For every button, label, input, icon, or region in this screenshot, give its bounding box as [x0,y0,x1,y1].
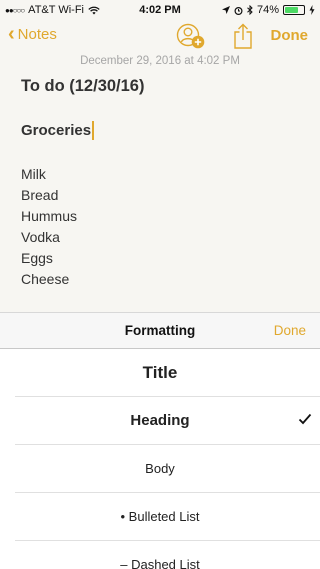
alarm-clock-icon [234,6,243,15]
battery-level [285,7,299,13]
battery-percent: 74% [256,4,279,16]
list-item: Milk [21,166,46,182]
format-option-label: – Dashed List [120,557,200,569]
formatting-header: Formatting Done [0,313,320,349]
status-right: 74% [221,4,315,16]
carrier-label: AT&T Wi-Fi [28,4,84,16]
list-item: Hummus [21,208,78,224]
format-option-label: • Bulleted List [120,509,200,524]
add-person-icon[interactable] [176,22,206,50]
back-button[interactable]: ‹ Notes [8,24,57,44]
format-option-dashed-list[interactable]: – Dashed List [15,541,320,569]
formatting-options: Title Heading Body • Bulleted List – Das… [0,349,320,569]
format-option-label: Title [142,362,178,382]
formatting-panel: Formatting Done Title Heading Body • Bul… [0,312,320,569]
share-icon[interactable] [233,23,253,49]
status-bar: ●●○○○ AT&T Wi-Fi 4:02 PM 74% [0,0,320,20]
format-option-label: Body [145,461,175,476]
bluetooth-icon [247,5,253,15]
format-option-bulleted-list[interactable]: • Bulleted List [15,493,320,541]
note-body-list[interactable]: Milk Bread Hummus Vodka Eggs Cheese [21,164,77,290]
checkmark-icon [298,413,312,425]
format-option-body[interactable]: Body [15,445,320,493]
battery-icon [283,5,305,15]
format-option-title[interactable]: Title [15,349,320,397]
done-button[interactable]: Done [271,27,309,44]
format-option-label: Heading [130,412,190,429]
signal-strength-icon: ●●○○○ [5,5,25,15]
note-title[interactable]: To do (12/30/16) [21,77,144,96]
list-item: Eggs [21,250,53,266]
note-heading[interactable]: Groceries [21,121,95,140]
list-item: Bread [21,187,59,203]
text-cursor [92,121,95,140]
formatting-done-button[interactable]: Done [274,323,306,338]
formatting-title: Formatting [124,323,196,338]
format-option-heading[interactable]: Heading [15,397,320,445]
navigation-bar: ‹ Notes Done [0,20,320,52]
charging-icon [309,5,315,15]
status-left: ●●○○○ AT&T Wi-Fi [5,4,100,16]
wifi-icon [88,6,100,14]
back-label: Notes [17,25,57,43]
note-date: December 29, 2016 at 4:02 PM [80,55,240,67]
list-item: Cheese [21,271,70,287]
chevron-left-icon: ‹ [8,23,15,45]
location-arrow-icon [221,6,230,14]
list-item: Vodka [21,229,60,245]
note-heading-text: Groceries [21,122,92,139]
